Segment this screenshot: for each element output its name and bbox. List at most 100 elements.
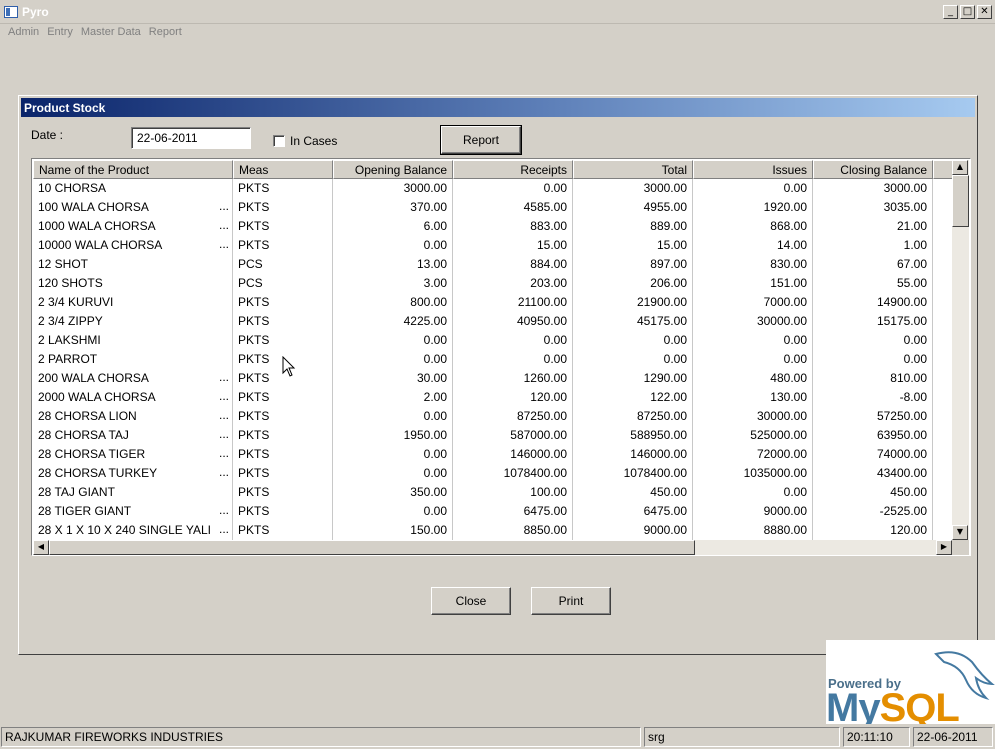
horizontal-scroll-thumb[interactable] xyxy=(49,540,695,555)
cell-closing[interactable]: 15175.00 xyxy=(813,312,933,331)
cell-issues[interactable]: 151.00 xyxy=(693,274,813,293)
cell-issues[interactable]: 480.00 xyxy=(693,369,813,388)
cell-closing[interactable]: 0.00 xyxy=(813,350,933,369)
cell-issues[interactable]: 0.00 xyxy=(693,331,813,350)
cell-receipts[interactable]: 120.00 xyxy=(453,388,573,407)
cell-issues[interactable]: 0.00 xyxy=(693,483,813,502)
menu-master-data[interactable]: Master Data xyxy=(73,24,141,42)
col-header-name[interactable]: Name of the Product xyxy=(33,160,233,179)
cell-total[interactable]: 9000.00 xyxy=(573,521,693,540)
lookup-ellipsis[interactable]: ... xyxy=(219,503,229,517)
cell-receipts[interactable]: 6475.00 xyxy=(453,502,573,521)
cell-name[interactable]: 10000 WALA CHORSA... xyxy=(33,236,233,255)
cell-closing[interactable]: 1.00 xyxy=(813,236,933,255)
col-header-issues[interactable]: Issues xyxy=(693,160,813,179)
in-cases-checkbox-group[interactable]: In Cases xyxy=(273,134,337,148)
cell-issues[interactable]: 0.00 xyxy=(693,350,813,369)
cell-issues[interactable]: 7000.00 xyxy=(693,293,813,312)
table-row[interactable]: 10 CHORSA PKTS 3000.00 0.00 3000.00 0.00 3000.… xyxy=(33,179,952,198)
table-row[interactable]: 12 SHOT PCS 13.00 884.00 897.00 830.00 67.00 xyxy=(33,255,952,274)
cell-closing[interactable]: -8.00 xyxy=(813,388,933,407)
cell-issues[interactable]: 30000.00 xyxy=(693,407,813,426)
lookup-ellipsis[interactable]: ... xyxy=(219,218,229,232)
cell-closing[interactable]: 21.00 xyxy=(813,217,933,236)
cell-receipts[interactable]: 1078400.00 xyxy=(453,464,573,483)
cell-receipts[interactable]: 15.00 xyxy=(453,236,573,255)
table-row[interactable]: 2000 WALA CHORSA... PKTS 2.00 120.00 122.00 1… xyxy=(33,388,952,407)
cell-meas[interactable]: PKTS xyxy=(233,217,333,236)
cell-name[interactable]: 28 CHORSA LION... xyxy=(33,407,233,426)
cell-meas[interactable]: PKTS xyxy=(233,236,333,255)
cell-name[interactable]: 28 CHORSA TURKEY... xyxy=(33,464,233,483)
col-header-opening[interactable]: Opening Balance xyxy=(333,160,453,179)
table-row[interactable]: 10000 WALA CHORSA... PKTS 0.00 15.00 15.00 14… xyxy=(33,236,952,255)
cell-issues[interactable]: 868.00 xyxy=(693,217,813,236)
cell-name[interactable]: 2 3/4 KURUVI xyxy=(33,293,233,312)
cell-opening[interactable]: 0.00 xyxy=(333,350,453,369)
lookup-ellipsis[interactable]: ... xyxy=(219,237,229,251)
table-row[interactable]: 120 SHOTS PCS 3.00 203.00 206.00 151.00 55.00 xyxy=(33,274,952,293)
cell-meas[interactable]: PKTS xyxy=(233,179,333,198)
cell-issues[interactable]: 1035000.00 xyxy=(693,464,813,483)
cell-closing[interactable]: 810.00 xyxy=(813,369,933,388)
cell-name[interactable]: 28 TAJ GIANT xyxy=(33,483,233,502)
cell-closing[interactable]: 450.00 xyxy=(813,483,933,502)
cell-name[interactable]: 12 SHOT xyxy=(33,255,233,274)
date-input[interactable] xyxy=(131,127,251,149)
cell-receipts[interactable]: 883.00 xyxy=(453,217,573,236)
cell-total[interactable]: 146000.00 xyxy=(573,445,693,464)
col-header-receipts[interactable]: Receipts xyxy=(453,160,573,179)
col-header-total[interactable]: Total xyxy=(573,160,693,179)
cell-issues[interactable]: 525000.00 xyxy=(693,426,813,445)
cell-receipts[interactable]: 21100.00 xyxy=(453,293,573,312)
cell-closing[interactable]: 74000.00 xyxy=(813,445,933,464)
cell-total[interactable]: 21900.00 xyxy=(573,293,693,312)
cell-meas[interactable]: PKTS xyxy=(233,445,333,464)
cell-total[interactable]: 0.00 xyxy=(573,350,693,369)
cell-issues[interactable]: 72000.00 xyxy=(693,445,813,464)
menu-admin[interactable]: Admin xyxy=(0,24,39,42)
cell-opening[interactable]: 0.00 xyxy=(333,445,453,464)
col-header-closing[interactable]: Closing Balance xyxy=(813,160,933,179)
table-row[interactable]: 100 WALA CHORSA... PKTS 370.00 4585.00 4955.… xyxy=(33,198,952,217)
table-row[interactable]: 2 LAKSHMI PKTS 0.00 0.00 0.00 0.00 0.00 xyxy=(33,331,952,350)
table-row[interactable]: 28 CHORSA TIGER... PKTS 0.00 146000.00 14600… xyxy=(33,445,952,464)
lookup-ellipsis[interactable]: ... xyxy=(219,522,229,536)
lookup-ellipsis[interactable]: ... xyxy=(219,408,229,422)
lookup-ellipsis[interactable]: ... xyxy=(219,446,229,460)
cell-meas[interactable]: PKTS xyxy=(233,388,333,407)
cell-meas[interactable]: PKTS xyxy=(233,464,333,483)
cell-meas[interactable]: PCS xyxy=(233,274,333,293)
cell-opening[interactable]: 30.00 xyxy=(333,369,453,388)
menu-report[interactable]: Report xyxy=(141,24,182,42)
cell-receipts[interactable]: 884.00 xyxy=(453,255,573,274)
cell-closing[interactable]: 14900.00 xyxy=(813,293,933,312)
cell-name[interactable]: 10 CHORSA xyxy=(33,179,233,198)
table-row[interactable]: 28 CHORSA TAJ... PKTS 1950.00 587000.00 5889… xyxy=(33,426,952,445)
cell-opening[interactable]: 800.00 xyxy=(333,293,453,312)
cell-issues[interactable]: 9000.00 xyxy=(693,502,813,521)
menu-entry[interactable]: Entry xyxy=(39,24,73,42)
cell-opening[interactable]: 1950.00 xyxy=(333,426,453,445)
in-cases-checkbox[interactable] xyxy=(273,135,285,147)
cell-name[interactable]: 28 X 1 X 10 X 240 SINGLE YALI... xyxy=(33,521,233,540)
table-row[interactable]: 28 TAJ GIANT PKTS 350.00 100.00 450.00 0.00 45… xyxy=(33,483,952,502)
cell-total[interactable]: 1290.00 xyxy=(573,369,693,388)
cell-total[interactable]: 588950.00 xyxy=(573,426,693,445)
cell-receipts[interactable]: 87250.00 xyxy=(453,407,573,426)
up-arrow-icon[interactable]: ▲ xyxy=(952,160,968,175)
cell-meas[interactable]: PKTS xyxy=(233,198,333,217)
table-row[interactable]: 2 PARROT PKTS 0.00 0.00 0.00 0.00 0.00 xyxy=(33,350,952,369)
cell-issues[interactable]: 8880.00 xyxy=(693,521,813,540)
cell-opening[interactable]: 350.00 xyxy=(333,483,453,502)
vertical-scroll-thumb[interactable] xyxy=(952,175,969,227)
cell-opening[interactable]: 2.00 xyxy=(333,388,453,407)
right-arrow-icon[interactable]: ▶ xyxy=(936,540,952,555)
cell-name[interactable]: 28 TIGER GIANT... xyxy=(33,502,233,521)
lookup-ellipsis[interactable]: ... xyxy=(219,199,229,213)
cell-closing[interactable]: 3000.00 xyxy=(813,179,933,198)
cell-total[interactable]: 87250.00 xyxy=(573,407,693,426)
cell-issues[interactable]: 1920.00 xyxy=(693,198,813,217)
cell-receipts[interactable]: 4585.00 xyxy=(453,198,573,217)
cell-meas[interactable]: PKTS xyxy=(233,293,333,312)
